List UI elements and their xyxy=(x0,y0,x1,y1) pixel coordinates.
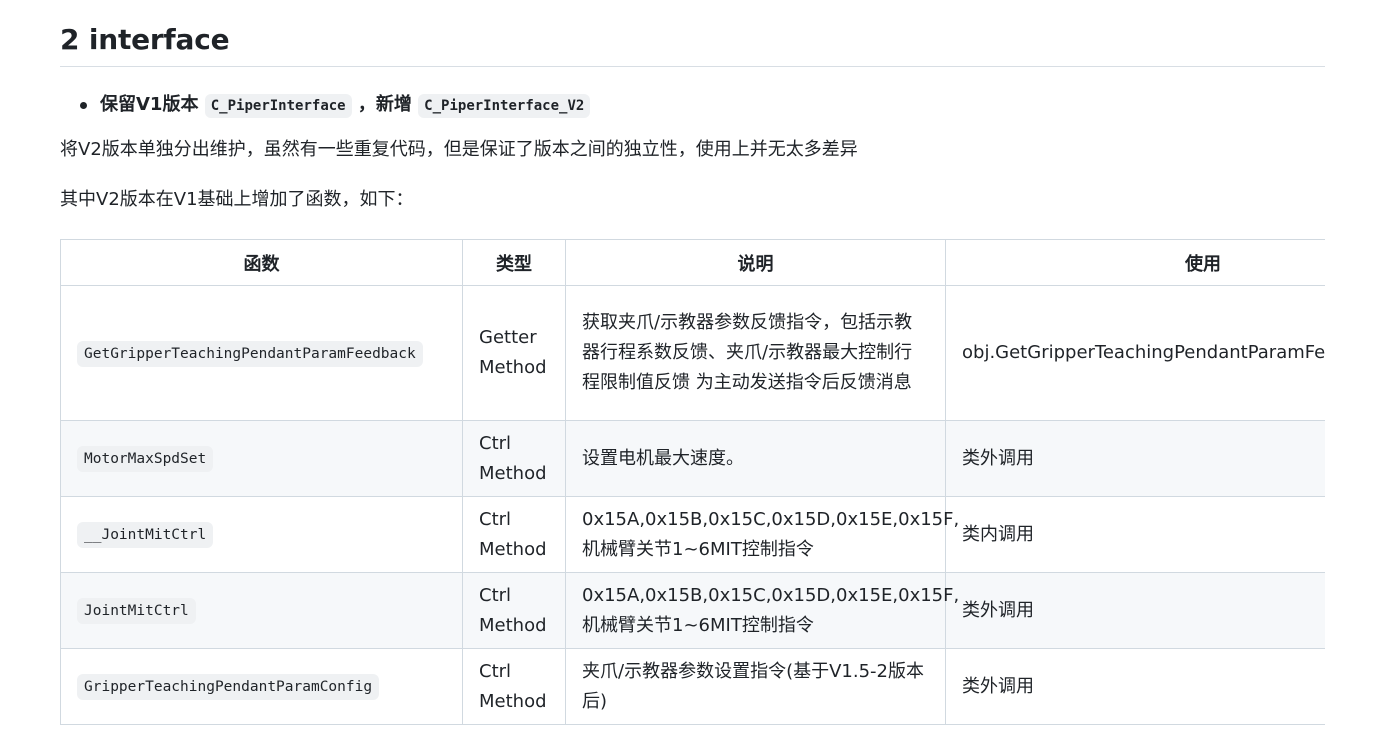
function-name-code: MotorMaxSpdSet xyxy=(77,446,214,472)
bullet-prefix-text: 保留V1版本 xyxy=(100,94,199,115)
cell-description: 获取夹爪/示教器参数反馈指令，包括示教器行程系数反馈、夹爪/示教器最大控制行程限… xyxy=(565,285,946,421)
function-name-code: __JointMitCtrl xyxy=(77,522,214,548)
table-row: GetGripperTeachingPendantParamFeedback G… xyxy=(60,285,1325,421)
cell-function: __JointMitCtrl xyxy=(60,496,463,573)
table-row: MotorMaxSpdSet Ctrl Method 设置电机最大速度。 类外调… xyxy=(60,420,1325,497)
cell-usage: 类外调用 xyxy=(945,572,1325,649)
cell-function: MotorMaxSpdSet xyxy=(60,420,463,497)
cell-description: 0x15A,0x15B,0x15C,0x15D,0x15E,0x15F,机械臂关… xyxy=(565,496,959,573)
table-scroll-container[interactable]: 函数 类型 说明 使用 GetGripperTeachingPendantPar… xyxy=(60,239,1325,725)
table-row: __JointMitCtrl Ctrl Method 0x15A,0x15B,0… xyxy=(60,496,1325,573)
header-type: 类型 xyxy=(462,239,566,286)
cell-type: Ctrl Method xyxy=(462,420,566,497)
cell-type: Ctrl Method xyxy=(462,572,566,649)
cell-usage: 类内调用 xyxy=(945,496,1325,573)
function-name-code: GetGripperTeachingPendantParamFeedback xyxy=(77,340,423,367)
cell-function: JointMitCtrl xyxy=(60,572,463,649)
cell-type: Ctrl Method xyxy=(462,496,566,573)
table-header-row: 函数 类型 说明 使用 xyxy=(60,239,1325,286)
function-name-code: JointMitCtrl xyxy=(77,598,196,624)
bullet-middle-text: ，新增 xyxy=(357,94,412,115)
v1-class-code: C_PiperInterface xyxy=(204,94,352,118)
paragraph-functions-intro: 其中V2版本在V1基础上增加了函数，如下： xyxy=(60,189,414,210)
bullet-item: 保留V1版本 C_PiperInterface ，新增 C_PiperInter… xyxy=(60,85,1325,125)
header-description: 说明 xyxy=(565,239,946,286)
cell-type: Getter Method xyxy=(462,285,566,421)
cell-type: Ctrl Method xyxy=(462,648,566,725)
cell-description: 设置电机最大速度。 xyxy=(565,420,946,497)
paragraph-maintenance: 将V2版本单独分出维护，虽然有一些重复代码，但是保证了版本之间的独立性，使用上并… xyxy=(60,139,858,160)
header-function: 函数 xyxy=(60,239,463,286)
bullet-list: 保留V1版本 C_PiperInterface ，新增 C_PiperInter… xyxy=(60,85,1325,125)
functions-table: 函数 类型 说明 使用 GetGripperTeachingPendantPar… xyxy=(60,239,1325,725)
cell-usage: 类外调用 xyxy=(945,648,1325,725)
header-usage: 使用 xyxy=(945,239,1325,286)
cell-function: GripperTeachingPendantParamConfig xyxy=(60,648,463,725)
table-row: GripperTeachingPendantParamConfig Ctrl M… xyxy=(60,648,1325,725)
cell-usage: 类外调用 xyxy=(945,420,1325,497)
document-body: 2 interface 保留V1版本 C_PiperInterface ，新增 … xyxy=(60,0,1325,725)
cell-function: GetGripperTeachingPendantParamFeedback xyxy=(60,285,463,421)
function-name-code: GripperTeachingPendantParamConfig xyxy=(77,674,380,700)
cell-usage: obj.GetGripperTeachingPendantParamFeedba… xyxy=(945,285,1325,421)
cell-description: 0x15A,0x15B,0x15C,0x15D,0x15E,0x15F,机械臂关… xyxy=(565,572,959,649)
v2-class-code: C_PiperInterface_V2 xyxy=(418,94,591,118)
section-heading: 2 interface xyxy=(60,0,1325,67)
table-row: JointMitCtrl Ctrl Method 0x15A,0x15B,0x1… xyxy=(60,572,1325,649)
cell-description: 夹爪/示教器参数设置指令(基于V1.5-2版本后) xyxy=(565,648,946,725)
